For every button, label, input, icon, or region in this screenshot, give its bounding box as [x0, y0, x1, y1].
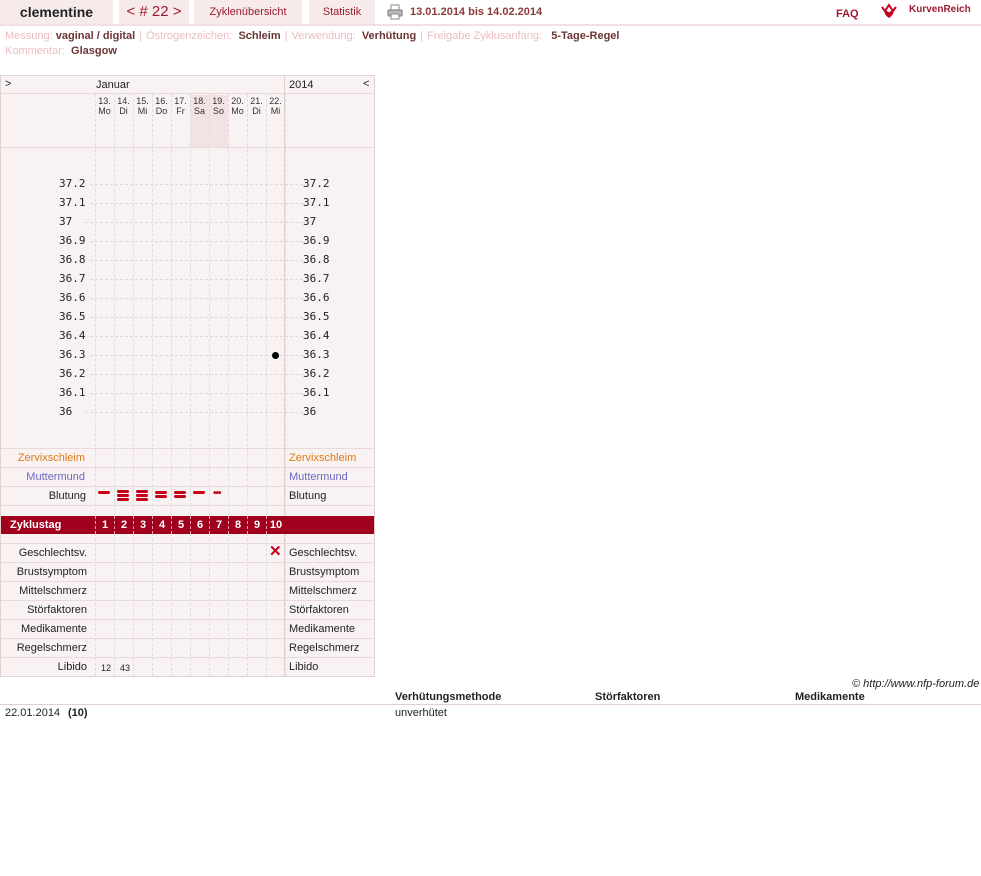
- freigabe-value: 5-Tage-Regel: [551, 30, 620, 42]
- meta-line-1: Messung: vaginal / digital | Östrogenzeich…: [5, 30, 620, 42]
- header-medikamente: Medikamente: [795, 691, 865, 703]
- crown-heart-icon: [881, 3, 897, 18]
- kommentar-label: Kommentar:: [5, 45, 65, 57]
- user-name[interactable]: clementine: [0, 0, 113, 24]
- messung-label: Messung:: [5, 30, 53, 42]
- cycle-navigator[interactable]: < # 22 >: [119, 0, 189, 24]
- printer-icon[interactable]: [387, 4, 403, 20]
- table-row-date: 22.01.2014: [5, 707, 61, 719]
- oestrogen-value: Schleim: [238, 30, 281, 42]
- header-method: Verhütungsmethode: [395, 691, 502, 703]
- table-row-day: (10): [68, 707, 88, 719]
- brand-name[interactable]: KurvenReich: [909, 0, 971, 20]
- table-row-method: unverhütet: [395, 707, 447, 719]
- tab-statistics[interactable]: Statistik: [309, 0, 375, 24]
- freigabe-label: Freigabe Zyklusanfang:: [427, 30, 543, 42]
- faq-link[interactable]: FAQ: [836, 4, 859, 24]
- kommentar-value: Glasgow: [71, 45, 117, 57]
- tab-cycle-overview[interactable]: Zyklenübersicht: [194, 0, 302, 24]
- table-divider: [0, 704, 981, 705]
- top-bar: clementine < # 22 > Zyklenübersicht Stat…: [0, 0, 981, 26]
- meta-line-2: Kommentar: Glasgow: [5, 45, 117, 57]
- header-stoerfaktoren: Störfaktoren: [595, 691, 661, 703]
- verwendung-value: Verhütung: [361, 30, 417, 42]
- messung-value: vaginal / digital: [55, 30, 136, 42]
- verwendung-label: Verwendung:: [291, 30, 356, 42]
- date-range: 13.01.2014 bis 14.02.2014: [410, 6, 543, 18]
- copyright: © http://www.nfp-forum.de: [852, 678, 980, 690]
- cycle-chart: [0, 75, 375, 677]
- oestrogen-label: Östrogenzeichen:: [146, 30, 233, 42]
